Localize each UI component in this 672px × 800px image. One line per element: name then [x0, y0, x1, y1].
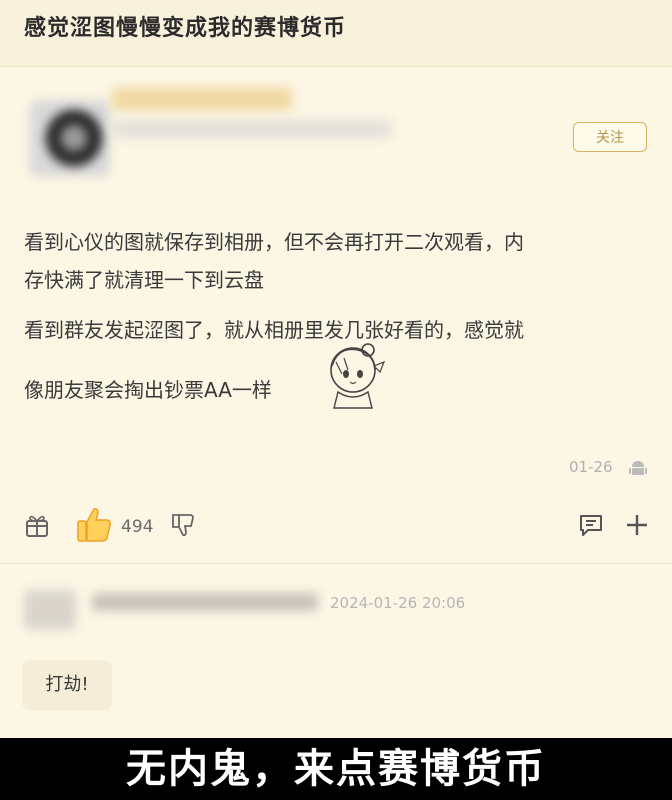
post-body-line: 看到心仪的图就保存到相册，但不会再打开二次观看，内 [24, 230, 524, 254]
comment-bubble[interactable]: 打劫! [22, 660, 112, 710]
like-count: 494 [121, 517, 154, 537]
thumbs-down-icon[interactable] [170, 512, 196, 538]
subtitle-text: 无内鬼，来点赛博货币 [126, 746, 546, 792]
android-icon [629, 461, 647, 475]
post-title: 感觉涩图慢慢变成我的赛博货币 [24, 16, 347, 41]
plus-icon[interactable] [624, 512, 650, 538]
post-body-line: 存快满了就清理一下到云盘 [24, 268, 264, 292]
anime-girl-sticker-icon [330, 343, 386, 409]
subtitle-banner: 无内鬼，来点赛博货币 [0, 738, 672, 800]
gift-icon[interactable] [24, 512, 50, 538]
follow-button[interactable]: 关注 [573, 122, 647, 152]
avatar[interactable] [30, 100, 110, 176]
comment-timestamp: 2024-01-26 20:06 [330, 594, 466, 612]
divider [0, 563, 672, 564]
user-info-blurred [112, 120, 392, 138]
username-blurred[interactable] [112, 88, 292, 110]
thumbs-up-icon[interactable] [74, 505, 114, 545]
post-date: 01-26 [569, 458, 613, 476]
comment-icon[interactable] [578, 512, 604, 538]
commenter-avatar[interactable] [24, 590, 76, 630]
post-body-line: 像朋友聚会掏出钞票AA一样 [24, 378, 272, 402]
commenter-name-blurred[interactable] [92, 593, 318, 611]
post-header: 感觉涩图慢慢变成我的赛博货币 [0, 0, 672, 67]
post-body-line: 看到群友发起涩图了，就从相册里发几张好看的，感觉就 [24, 318, 524, 342]
